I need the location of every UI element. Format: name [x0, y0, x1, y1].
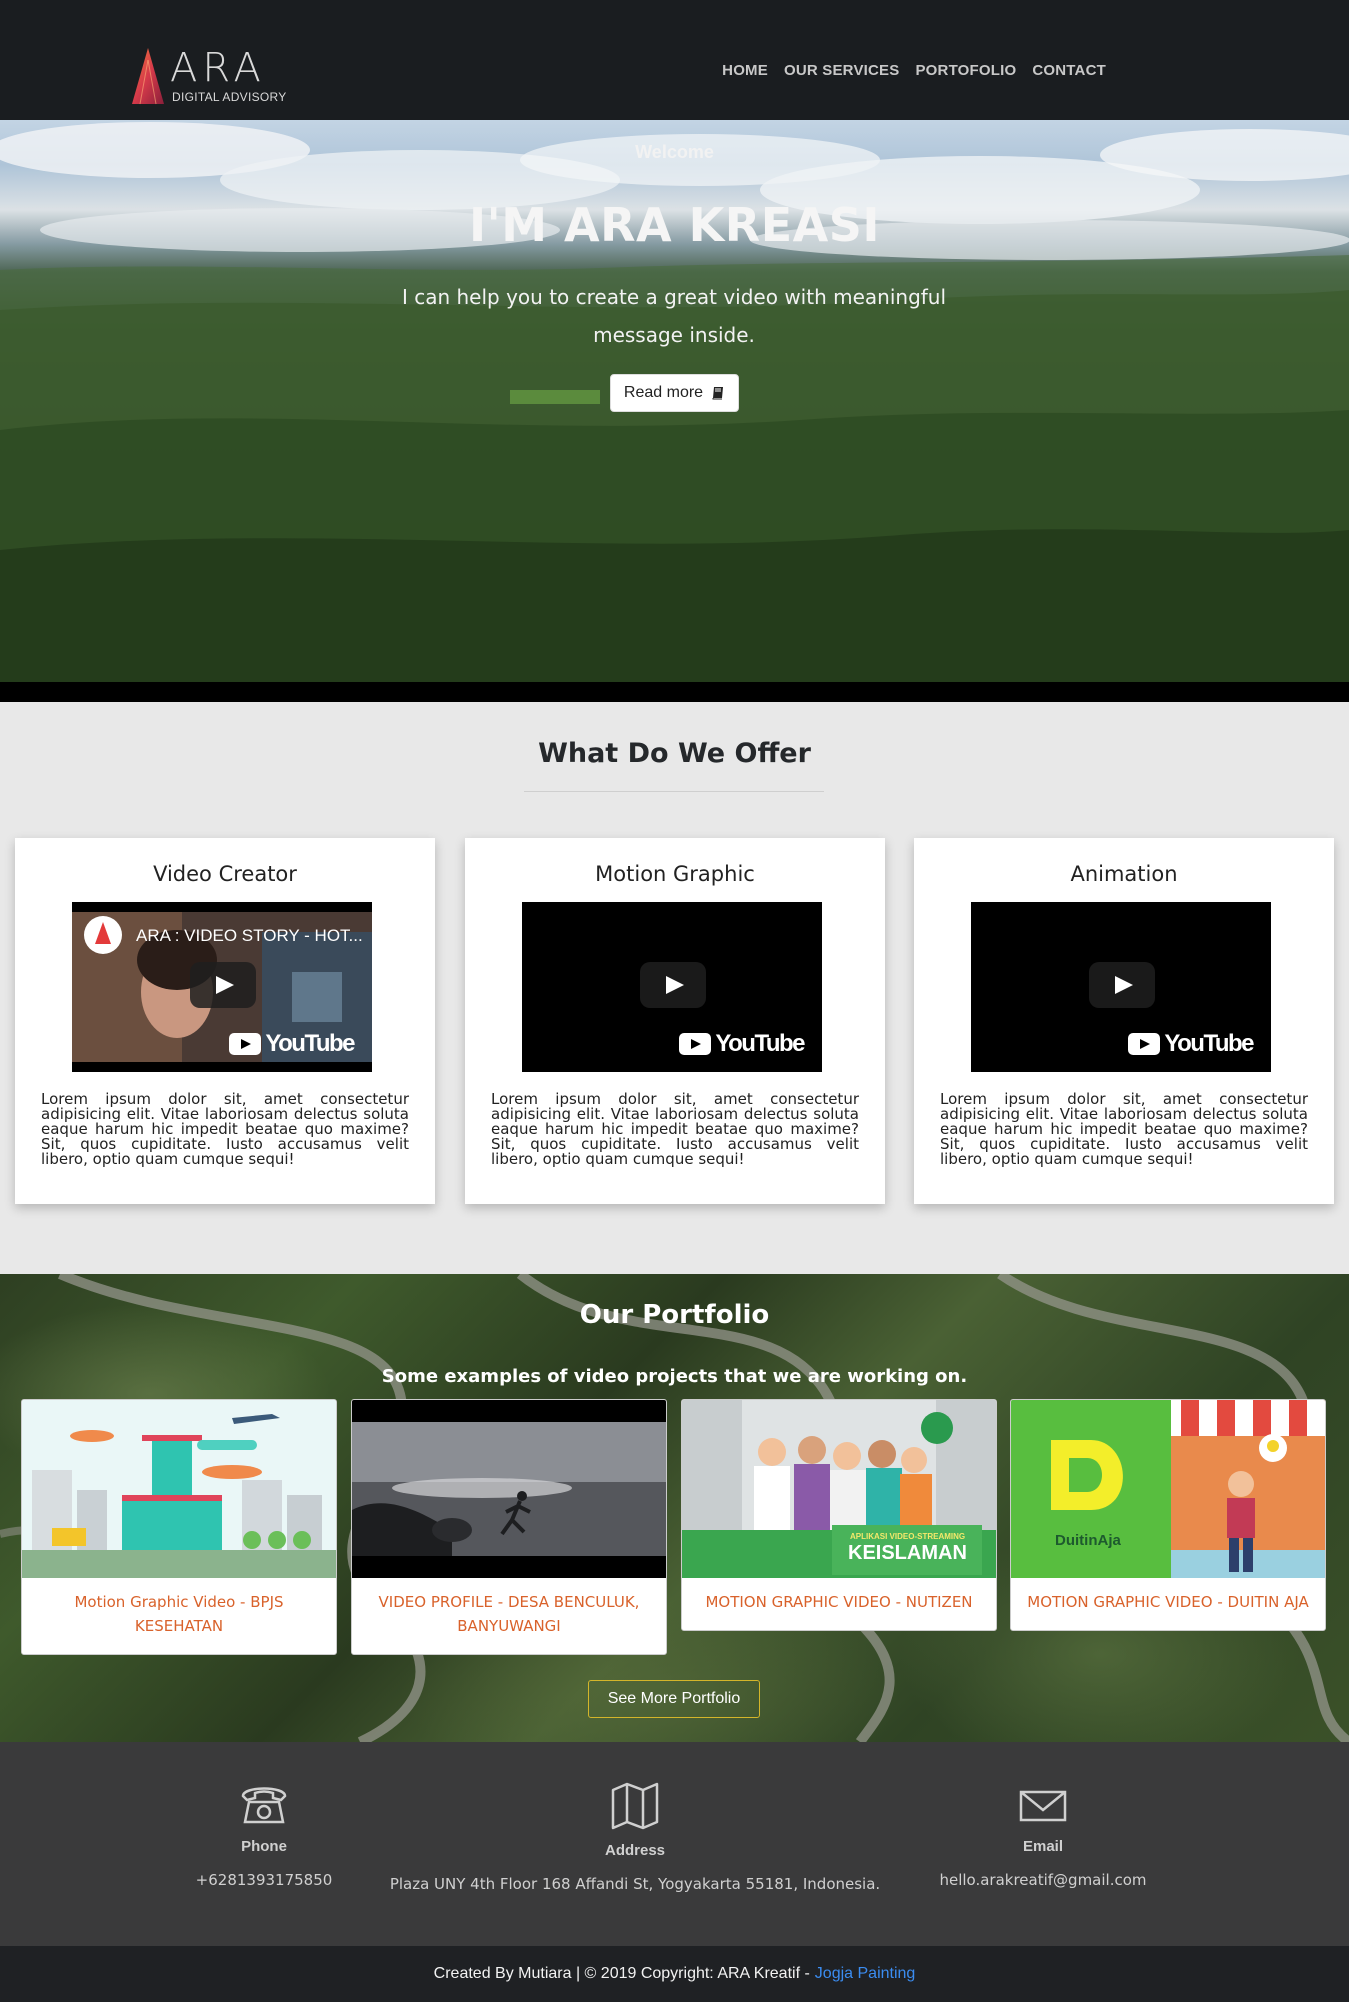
- hero-bottom-bar: [0, 682, 1349, 702]
- portfolio-subtitle: Some examples of video projects that we …: [381, 1366, 968, 1387]
- logo-wordmark: ARA: [170, 45, 266, 91]
- address-text: Plaza UNY 4th Floor 168 Affandi St, Yogy…: [389, 1875, 881, 1893]
- portfolio-caption[interactable]: Motion Graphic Video - BPJS KESEHATAN: [22, 1578, 336, 1654]
- duitin-illustration-image: [1011, 1400, 1325, 1578]
- video-title[interactable]: ARA : VIDEO STORY - HOT...: [136, 926, 363, 946]
- contact-address: Address Plaza UNY 4th Floor 168 Affandi …: [385, 1782, 885, 1893]
- nav-portofolio[interactable]: PORTOFOLIO: [915, 62, 1016, 79]
- play-button-icon[interactable]: [640, 962, 706, 1008]
- offer-card-text: Lorem ipsum dolor sit, amet consectetur …: [491, 1090, 859, 1168]
- offer-divider: [524, 791, 824, 792]
- portfolio-thumbnail[interactable]: [22, 1400, 336, 1578]
- youtube-embed[interactable]: YouTube: [522, 902, 822, 1072]
- offer-card-title: Video Creator: [153, 862, 297, 886]
- phone-number[interactable]: +6281393175850: [164, 1871, 364, 1889]
- thumb-brand-text: DuitinAja: [1055, 1532, 1121, 1549]
- portfolio-card-desa-benculuk[interactable]: VIDEO PROFILE - DESA BENCULUK, BANYUWANG…: [351, 1399, 667, 1655]
- youtube-logo[interactable]: YouTube: [229, 1030, 355, 1058]
- offer-card-video-creator: Video Creator ARA : VIDEO STORY - HOT...…: [15, 838, 435, 1204]
- map-icon: [611, 1782, 659, 1830]
- channel-avatar[interactable]: [84, 916, 122, 954]
- portfolio-caption[interactable]: VIDEO PROFILE - DESA BENCULUK, BANYUWANG…: [352, 1578, 666, 1654]
- nav-our-services[interactable]: OUR SERVICES: [784, 62, 900, 79]
- navbar: ARA DIGITAL ADVISORY HOME OUR SERVICES P…: [0, 0, 1349, 120]
- offer-card-animation: Animation YouTube Lorem ipsum dolor sit,…: [914, 838, 1334, 1204]
- book-icon: [712, 387, 724, 400]
- read-more-label: Read more: [623, 384, 704, 401]
- phone-icon: [241, 1787, 287, 1824]
- portfolio-thumbnail[interactable]: DuitinAja: [1011, 1400, 1325, 1578]
- youtube-play-icon: [1128, 1033, 1161, 1055]
- youtube-wordmark: YouTube: [715, 1030, 805, 1057]
- youtube-embed[interactable]: ARA : VIDEO STORY - HOT... YouTube: [72, 902, 372, 1072]
- hero-description: I can help you to create a great video w…: [401, 285, 947, 347]
- youtube-play-icon: [679, 1033, 712, 1055]
- portfolio-thumbnail[interactable]: APLIKASI VIDEO-STREAMING KEISLAMAN: [682, 1400, 996, 1578]
- offer-title: What Do We Offer: [538, 738, 811, 769]
- contact-label: Email: [1022, 1838, 1064, 1855]
- portfolio-card-duitin-aja[interactable]: DuitinAja MOTION GRAPHIC VIDEO - DUITIN …: [1010, 1399, 1326, 1631]
- offer-card-title: Motion Graphic: [595, 862, 755, 886]
- footer-link[interactable]: Jogja Painting: [815, 1965, 916, 1983]
- portfolio-thumbnail[interactable]: [352, 1400, 666, 1578]
- logo-triangle-icon: [132, 48, 164, 105]
- main-nav: HOME OUR SERVICES PORTOFOLIO CONTACT: [722, 62, 1106, 79]
- see-more-portfolio-button[interactable]: See More Portfolio: [588, 1680, 760, 1718]
- hero-title: I'M ARA KREASI: [469, 198, 880, 252]
- youtube-wordmark: YouTube: [265, 1030, 355, 1057]
- city-illustration-image: [22, 1400, 336, 1578]
- envelope-icon: [1019, 1790, 1067, 1822]
- contact-email: Email hello.arakreatif@gmail.com: [925, 1782, 1161, 1889]
- email-address[interactable]: hello.arakreatif@gmail.com: [925, 1871, 1161, 1889]
- youtube-embed[interactable]: YouTube: [971, 902, 1271, 1072]
- logo-tagline: DIGITAL ADVISORY: [172, 90, 287, 104]
- footer-copyright: Created By Mutiara | © 2019 Copyright: A…: [433, 1965, 810, 1982]
- portfolio-card-bpjs[interactable]: Motion Graphic Video - BPJS KESEHATAN: [21, 1399, 337, 1655]
- portfolio-title: Our Portfolio: [579, 1300, 770, 1330]
- contact-phone: Phone +6281393175850: [164, 1782, 364, 1889]
- youtube-logo[interactable]: YouTube: [1128, 1030, 1254, 1058]
- youtube-play-icon: [229, 1033, 262, 1055]
- portfolio-caption[interactable]: MOTION GRAPHIC VIDEO - NUTIZEN: [682, 1578, 996, 1630]
- thumb-caption-small: APLIKASI VIDEO-STREAMING: [850, 1532, 966, 1541]
- footer: Created By Mutiara | © 2019 Copyright: A…: [0, 1946, 1349, 2002]
- contact-label: Address: [604, 1842, 666, 1859]
- offer-card-text: Lorem ipsum dolor sit, amet consectetur …: [940, 1090, 1308, 1168]
- hero-welcome: Welcome: [635, 142, 714, 162]
- offer-card-title: Animation: [1070, 862, 1178, 886]
- play-button-icon[interactable]: [190, 962, 256, 1008]
- offer-card-motion-graphic: Motion Graphic YouTube Lorem ipsum dolor…: [465, 838, 885, 1204]
- nav-home[interactable]: HOME: [722, 62, 768, 79]
- youtube-wordmark: YouTube: [1164, 1030, 1254, 1057]
- thumb-caption-large: KEISLAMAN: [848, 1542, 967, 1564]
- portfolio-caption[interactable]: MOTION GRAPHIC VIDEO - DUITIN AJA: [1011, 1578, 1325, 1630]
- play-button-icon[interactable]: [1089, 962, 1155, 1008]
- beach-runner-image: [352, 1400, 666, 1578]
- portfolio-card-nutizen[interactable]: APLIKASI VIDEO-STREAMING KEISLAMAN MOTIO…: [681, 1399, 997, 1631]
- nav-contact[interactable]: CONTACT: [1032, 62, 1106, 79]
- brand-logo[interactable]: ARA DIGITAL ADVISORY: [130, 46, 286, 110]
- offer-card-text: Lorem ipsum dolor sit, amet consectetur …: [41, 1090, 409, 1168]
- read-more-button[interactable]: Read more: [610, 374, 739, 412]
- contact-label: Phone: [241, 1838, 287, 1855]
- youtube-logo[interactable]: YouTube: [679, 1030, 805, 1058]
